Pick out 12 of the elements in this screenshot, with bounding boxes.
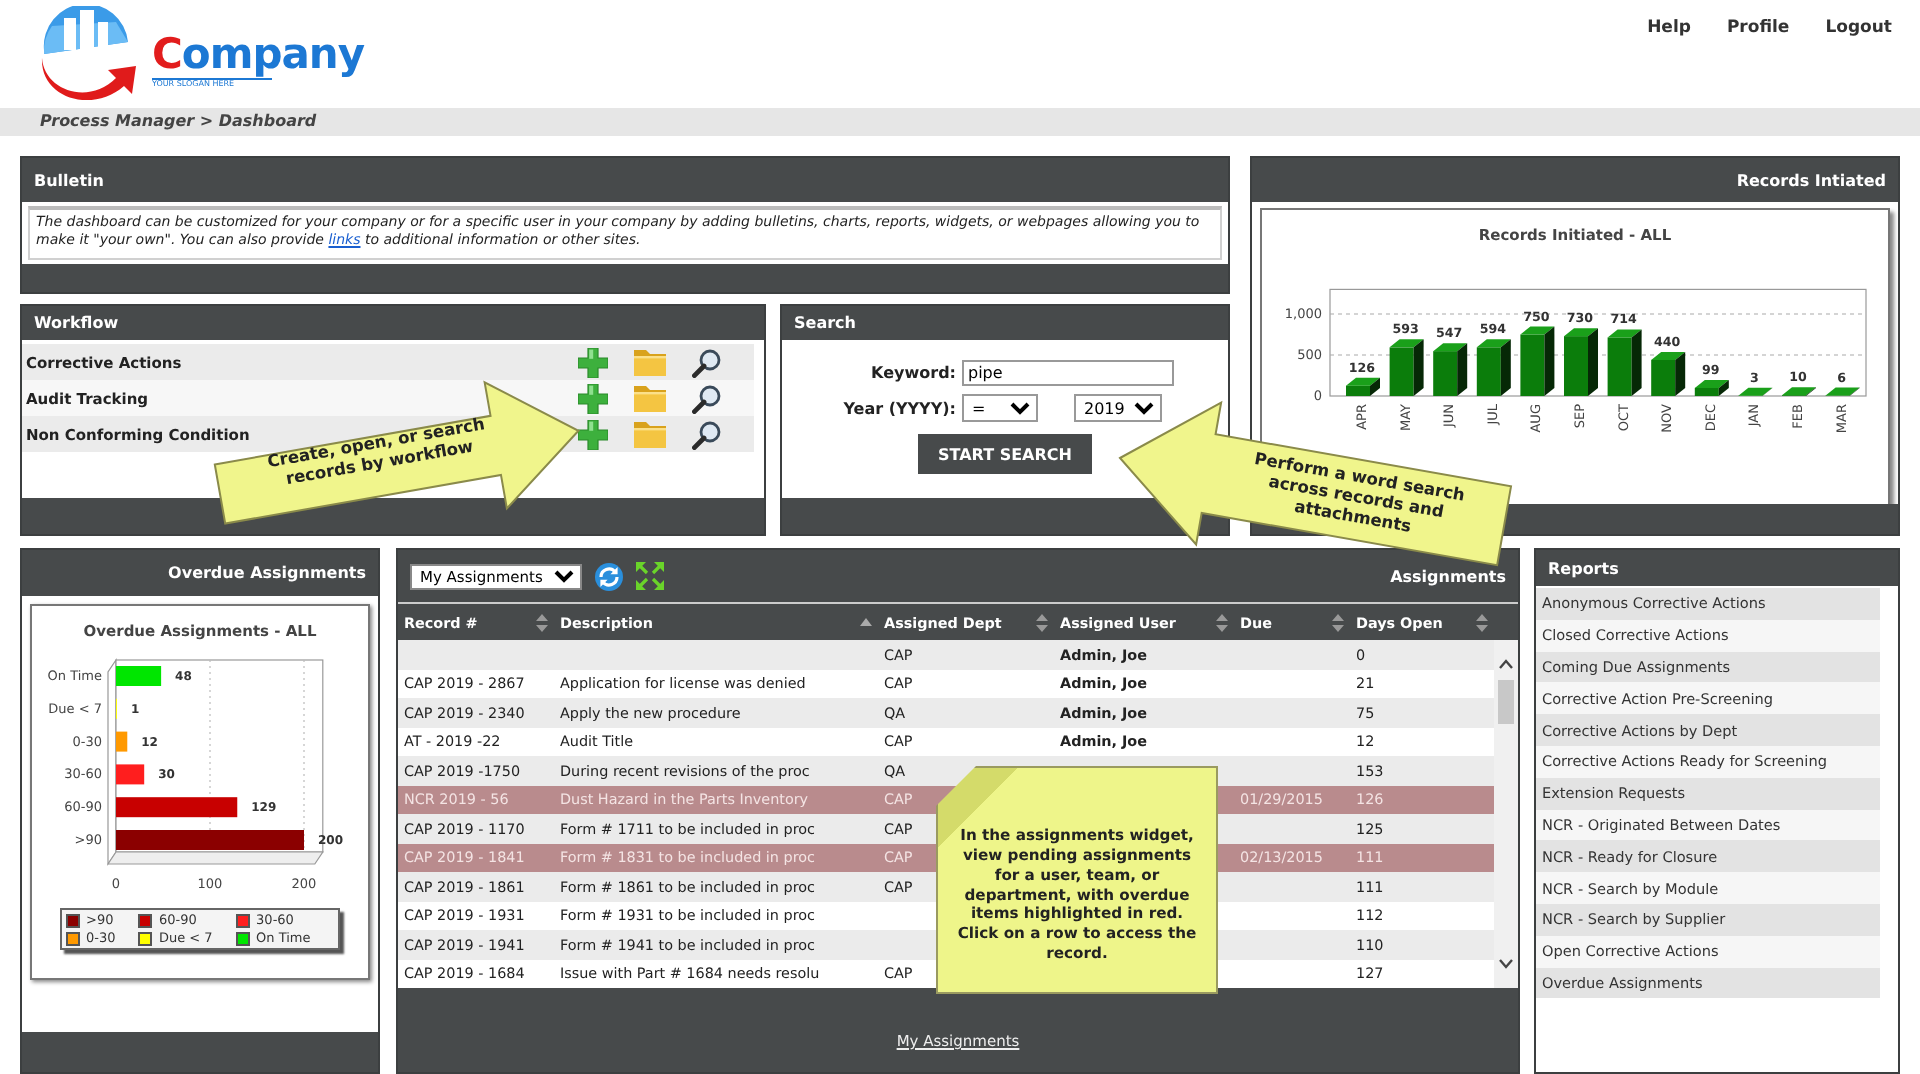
panel-title: Assignments [1390,567,1506,585]
panel-title: Workflow [34,314,119,332]
panel-title: Reports [1548,559,1619,577]
panel-title: Records Intiated [1736,171,1886,189]
field-label: Year (YYYY): [841,399,956,417]
panel-title: Overdue Assignments [168,564,366,582]
breadcrumb: Process Manager > Dashboard [40,112,317,130]
panel-title: Bulletin [34,171,104,189]
field-label: Keyword: [869,364,956,382]
company-name: Company [152,34,365,76]
callout-text: Create, open, or search records by workflow [263,414,488,493]
panel-title: Search [794,314,856,332]
